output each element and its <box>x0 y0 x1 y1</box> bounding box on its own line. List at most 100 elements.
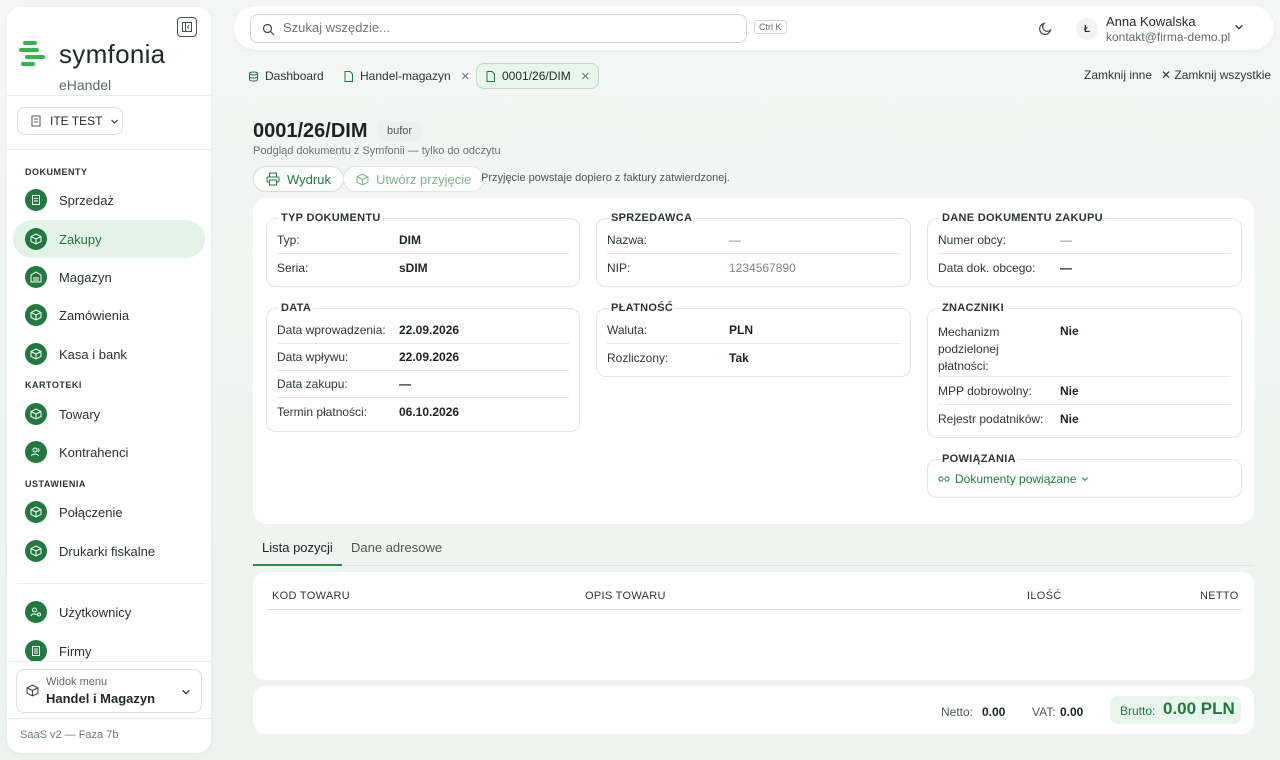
chevron-down-icon[interactable] <box>1234 22 1244 32</box>
field-value: Nie <box>1060 411 1079 426</box>
field-row: Termin płatności: 06.10.2026 <box>277 398 569 425</box>
sidebar-item-label: Magazyn <box>59 269 112 285</box>
logo-subtitle: eHandel <box>59 77 112 93</box>
sidebar-item-label: Połączenie <box>59 504 123 520</box>
sidebar-item-drukarki-fiskalne[interactable]: Drukarki fiskalne <box>13 532 205 570</box>
collapse-sidebar-icon[interactable] <box>177 17 197 37</box>
sidebar-item-label: Zamówienia <box>59 307 130 323</box>
document-details-card: TYP DOKUMENTU Typ: DIM Seria: sDIM SPRZEDA… <box>253 198 1254 524</box>
tab-label: Handel-magazyn <box>360 69 451 83</box>
user-name[interactable]: Anna Kowalska <box>1106 14 1196 29</box>
divider <box>7 149 211 150</box>
section-payment: PŁATNOŚĆ Waluta: PLN Rozliczony: Tak <box>596 302 911 377</box>
sidebar-item-label: Firmy <box>59 643 92 659</box>
tab-handel-magazyn[interactable]: Handel-magazyn ✕ <box>335 63 478 89</box>
close-others-button[interactable]: Zamknij inne <box>1084 68 1152 82</box>
box-icon <box>25 304 47 326</box>
search-input[interactable] <box>283 20 723 35</box>
field-label: Typ: <box>277 233 300 247</box>
sidebar-item-firmy[interactable]: Firmy <box>13 632 205 670</box>
users-icon <box>25 441 47 463</box>
section-title: ZNACZNIKI <box>940 302 1006 314</box>
netto-label: Netto: <box>941 705 974 719</box>
moon-icon[interactable] <box>1038 20 1054 36</box>
tab-document[interactable]: 0001/26/DIM ✕ <box>476 63 599 89</box>
related-documents-label: Dokumenty powiązane <box>955 472 1077 486</box>
field-label: Rejestr podatników: <box>938 411 1044 426</box>
related-documents-link[interactable]: Dokumenty powiązane <box>938 472 1089 486</box>
tab-address-data[interactable]: Dane adresowe <box>342 540 451 566</box>
app-logo: symfonia eHandel <box>19 37 199 97</box>
totals-bar: Netto: 0.00 VAT: 0.00 Brutto: 0.00 PLN <box>253 686 1254 734</box>
print-button-label: Wydruk <box>287 171 331 187</box>
create-receipt-button[interactable]: Utwórz przyjęcie <box>343 166 485 192</box>
sidebar-item-polaczenie[interactable]: Połączenie <box>13 493 205 531</box>
version-label: SaaS v2 — Faza 7b <box>20 729 119 741</box>
section-flags: ZNACZNIKI Mechanizm podzielonej płatnośc… <box>927 302 1242 438</box>
box-icon <box>25 403 47 425</box>
search-box[interactable] <box>250 14 747 43</box>
close-all-label: Zamknij wszystkie <box>1174 68 1272 82</box>
menu-view-selector[interactable]: Widok menu Handel i Magazyn <box>16 669 202 713</box>
vat-label: VAT: <box>1032 705 1056 719</box>
column-header[interactable]: NETTO <box>1200 590 1239 602</box>
sidebar-item-magazyn[interactable]: Magazyn <box>13 258 205 296</box>
section-title: POWIĄZANIA <box>940 453 1018 465</box>
sidebar-item-zamowienia[interactable]: Zamówienia <box>13 296 205 334</box>
sidebar-item-sprzedaz[interactable]: Sprzedaż <box>13 181 205 219</box>
field-row: Mechanizm podzielonej płatności: Nie <box>938 317 1231 377</box>
company-selector[interactable]: ITE TEST <box>17 107 123 135</box>
close-all-button[interactable]: ✕ Zamknij wszystkie <box>1161 68 1271 82</box>
page-subtitle: Podgląd dokumentu z Symfonii — tylko do … <box>253 145 501 157</box>
section-title: DANE DOKUMENTU ZAKUPU <box>940 212 1105 224</box>
tab-dashboard[interactable]: Dashboard <box>240 63 332 89</box>
create-receipt-label: Utwórz przyjęcie <box>376 171 472 187</box>
link-icon <box>938 476 950 482</box>
field-value: Nie <box>1060 324 1079 338</box>
column-header[interactable]: OPIS TOWARU <box>585 590 666 602</box>
avatar[interactable]: Ł <box>1076 18 1098 40</box>
sidebar-item-kontrahenci[interactable]: Kontrahenci <box>13 433 205 471</box>
sidebar-item-label: Kontrahenci <box>59 444 129 460</box>
print-button[interactable]: Wydruk <box>253 166 344 192</box>
sidebar-item-towary[interactable]: Towary <box>13 395 205 433</box>
box-icon <box>25 343 47 365</box>
box-icon <box>25 501 47 523</box>
company-name: ITE TEST <box>50 114 103 128</box>
close-tab-icon[interactable]: ✕ <box>581 70 590 83</box>
field-value: 1234567890 <box>729 260 796 275</box>
section-document-type: TYP DOKUMENTU Typ: DIM Seria: sDIM <box>266 212 580 287</box>
file-icon <box>344 70 353 82</box>
section-title: SPRZEDAWCA <box>609 212 695 224</box>
field-label: Waluta: <box>607 323 648 337</box>
tab-item-list[interactable]: Lista pozycji <box>253 540 342 566</box>
field-row: Data dok. obcego: — <box>938 254 1231 281</box>
section-title: TYP DOKUMENTU <box>279 212 383 224</box>
close-tab-icon[interactable]: ✕ <box>461 70 470 83</box>
section-label-settings: USTAWIENIA <box>25 479 86 489</box>
status-badge: bufor <box>378 121 422 141</box>
sidebar-item-kasa-i-bank[interactable]: Kasa i bank <box>13 335 205 373</box>
detail-tabs: Lista pozycji Dane adresowe <box>253 540 1254 566</box>
file-icon <box>486 70 495 82</box>
brutto-value: 0.00 PLN <box>1163 699 1235 718</box>
field-label: NIP: <box>607 260 631 275</box>
field-row: Data wprowadzenia: 22.09.2026 <box>277 317 569 344</box>
sidebar-item-zakupy[interactable]: Zakupy <box>13 220 205 258</box>
page-title: 0001/26/DIM <box>253 120 368 142</box>
search-shortcut: Ctrl K <box>754 20 787 34</box>
sidebar-item-label: Sprzedaż <box>59 192 114 208</box>
sidebar-item-label: Zakupy <box>59 231 102 247</box>
sidebar-item-uzytkownicy[interactable]: Użytkownicy <box>13 593 205 631</box>
receipt-icon <box>25 189 47 211</box>
chevron-down-icon <box>182 689 190 695</box>
sidebar-item-label: Drukarki fiskalne <box>59 543 156 559</box>
section-relations: POWIĄZANIA Dokumenty powiązane <box>927 453 1242 498</box>
tab-label: Dashboard <box>265 69 324 83</box>
column-header[interactable]: ILOŚĆ <box>1027 590 1062 602</box>
column-header[interactable]: KOD TOWARU <box>272 590 350 602</box>
chevron-down-icon <box>1082 477 1089 482</box>
field-label: Mechanizm podzielonej płatności: <box>938 325 1000 373</box>
field-value: Nie <box>1060 384 1079 398</box>
section-purchase-document: DANE DOKUMENTU ZAKUPU Numer obcy: — Data … <box>927 212 1242 287</box>
